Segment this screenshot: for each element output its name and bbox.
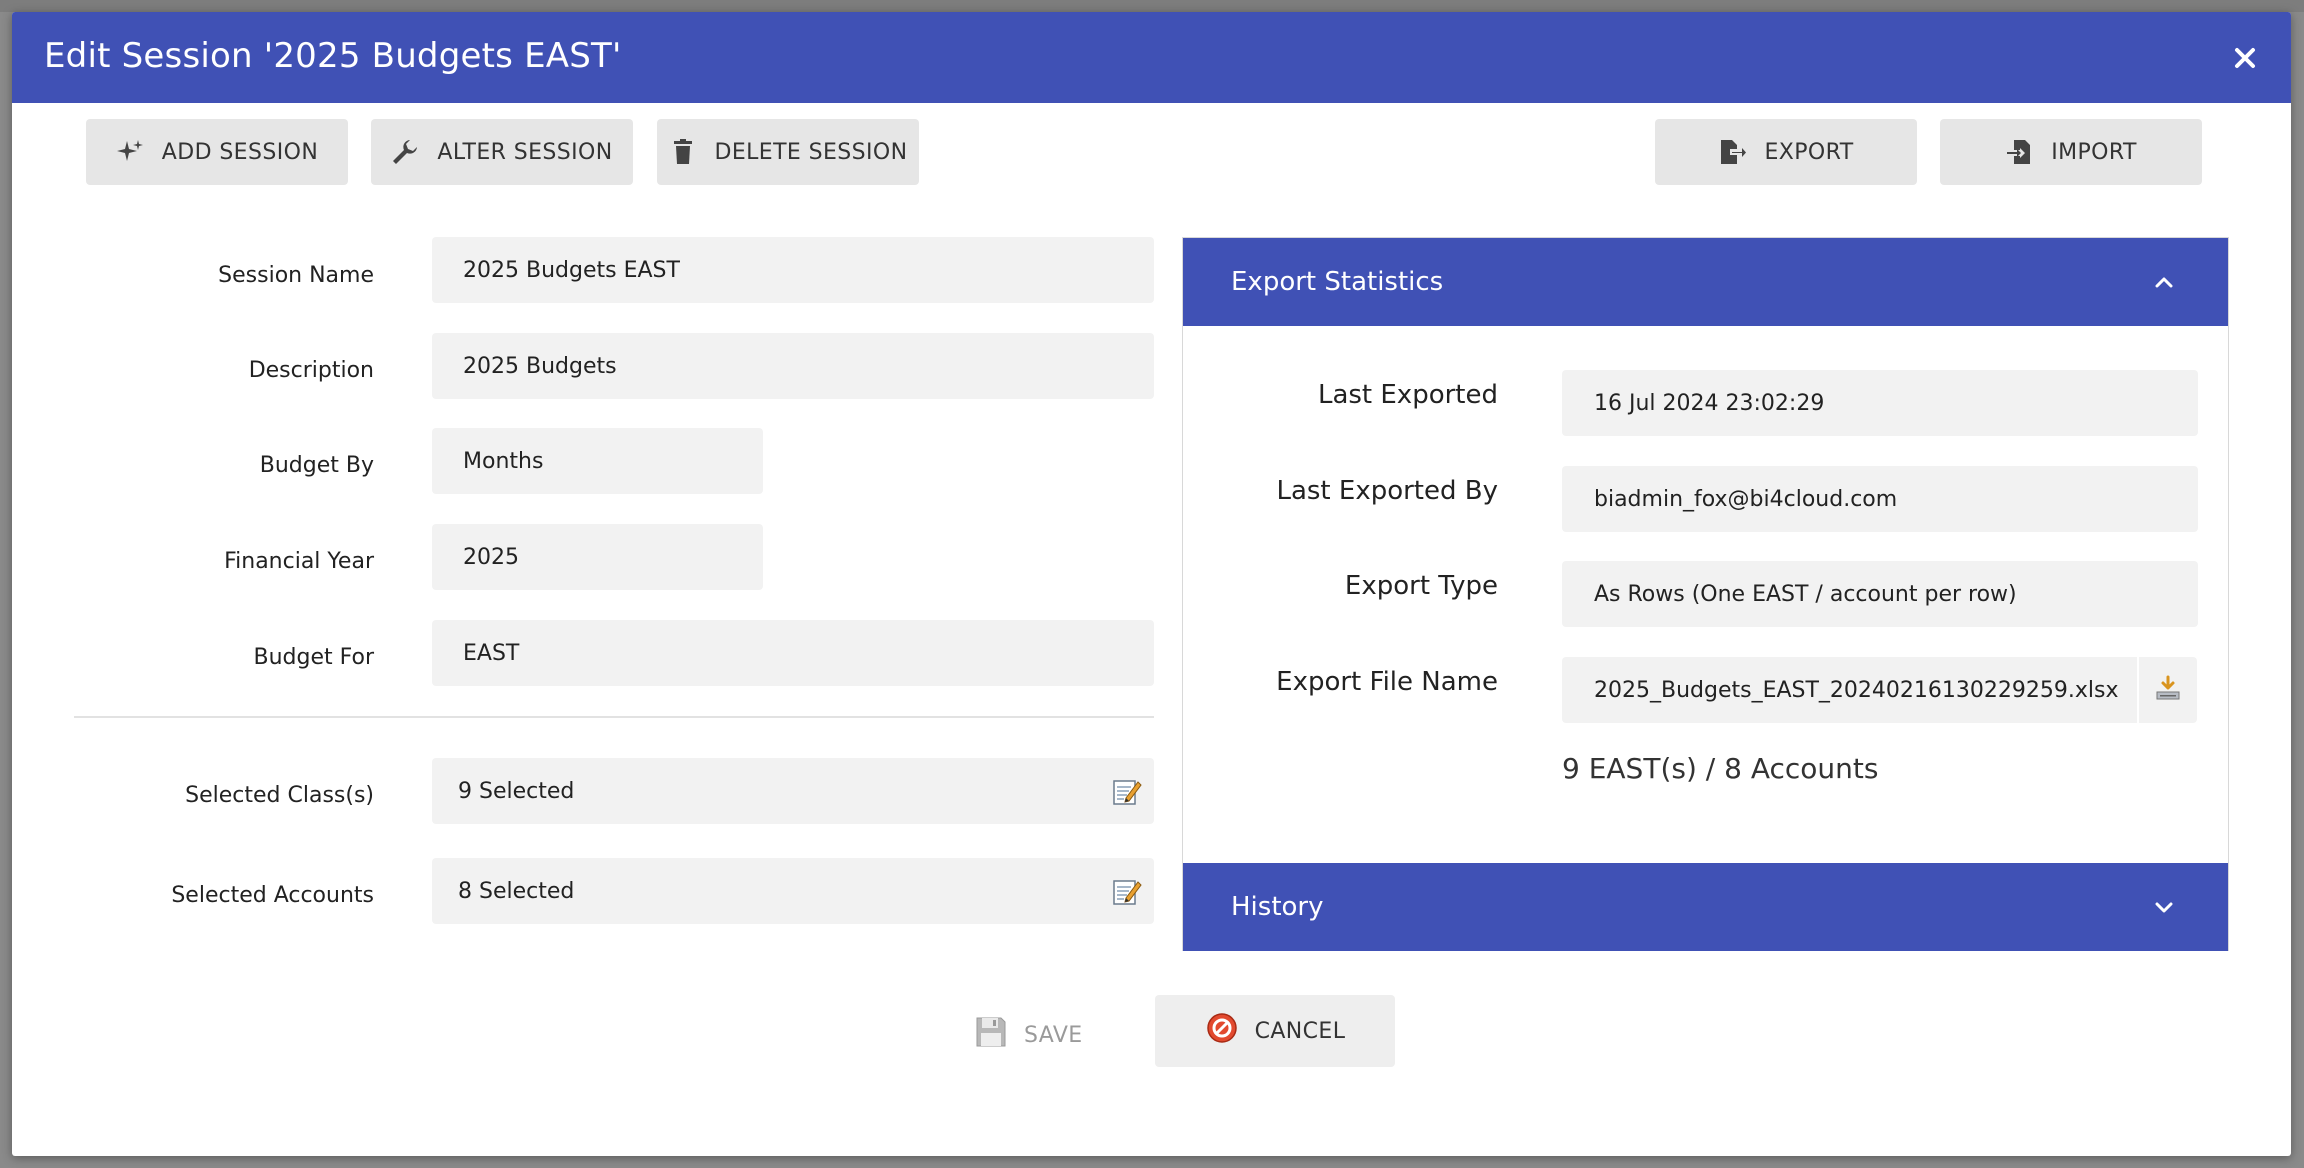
floppy-disk-icon [974,1015,1008,1055]
file-import-icon [2005,138,2033,166]
download-file-button[interactable] [2137,657,2197,723]
session-name-label: Session Name [218,263,374,288]
description-label: Description [248,358,374,383]
import-label: IMPORT [2051,139,2137,165]
edit-session-dialog: Edit Session '2025 Budgets EAST' ADD SES… [12,12,2291,1156]
selected-accounts-label: Selected Accounts [171,883,374,908]
export-statistics-header[interactable]: Export Statistics [1183,238,2228,326]
add-session-label: ADD SESSION [161,139,319,165]
export-statistics-title: Export Statistics [1231,267,1444,297]
delete-session-label: DELETE SESSION [714,139,908,165]
edit-icon[interactable] [1112,876,1142,906]
session-name-value: 2025 Budgets EAST [463,257,680,283]
selected-classes-label: Selected Class(s) [185,783,374,808]
budget-for-value: EAST [463,640,520,666]
budget-by-label: Budget By [259,453,374,478]
budget-for-label: Budget For [253,645,375,670]
background-overlay [0,0,2304,12]
financial-year-value: 2025 [463,544,519,570]
chevron-up-icon [2150,268,2178,296]
description-input[interactable]: 2025 Budgets [432,333,1154,399]
financial-year-label: Financial Year [224,549,374,574]
export-file-name-field: 2025_Budgets_EAST_20240216130229259.xlsx [1562,657,2137,723]
delete-session-button[interactable]: DELETE SESSION [657,119,919,185]
wrench-icon [391,138,419,166]
budget-for-input[interactable]: EAST [432,620,1154,686]
export-type-field: As Rows (One EAST / account per row) [1562,561,2198,627]
session-name-input[interactable]: 2025 Budgets EAST [432,237,1154,303]
add-session-button[interactable]: ADD SESSION [86,119,348,185]
export-file-name-value: 2025_Budgets_EAST_20240216130229259.xlsx [1594,677,2119,703]
cancel-button[interactable]: CANCEL [1155,995,1395,1067]
budget-by-value: Months [463,448,544,474]
selected-classes-field[interactable]: 9 Selected [432,758,1154,824]
export-summary: 9 EAST(s) / 8 Accounts [1562,752,1879,785]
chevron-down-icon [2150,893,2178,921]
alter-session-label: ALTER SESSION [437,139,613,165]
alter-session-button[interactable]: ALTER SESSION [371,119,633,185]
financial-year-input[interactable]: 2025 [432,524,763,590]
save-button[interactable]: SAVE [974,1002,1106,1068]
export-type-value: As Rows (One EAST / account per row) [1594,581,2017,607]
description-value: 2025 Budgets [463,353,617,379]
selected-accounts-field[interactable]: 8 Selected [432,858,1154,924]
history-header[interactable]: History [1183,863,2228,951]
export-label: EXPORT [1764,139,1854,165]
dialog-title: Edit Session '2025 Budgets EAST' [44,36,622,76]
cancel-label: CANCEL [1254,1018,1346,1044]
import-button[interactable]: IMPORT [1940,119,2202,185]
export-statistics-panel: Export Statistics Last Exported 16 Jul 2… [1182,237,2229,951]
last-exported-value: 16 Jul 2024 23:02:29 [1594,390,1825,416]
budget-by-select[interactable]: Months [432,428,763,494]
last-exported-by-label: Last Exported By [1276,476,1498,506]
sparkle-icon [116,138,144,166]
last-exported-by-value: biadmin_fox@bi4cloud.com [1594,486,1898,512]
edit-icon[interactable] [1112,776,1142,806]
last-exported-field: 16 Jul 2024 23:02:29 [1562,370,2198,436]
export-button[interactable]: EXPORT [1655,119,1917,185]
form-divider [74,716,1154,718]
selected-accounts-value: 8 Selected [458,878,575,904]
last-exported-label: Last Exported [1317,380,1498,410]
cancel-icon [1205,1011,1239,1051]
trash-icon [669,138,697,166]
export-file-name-label: Export File Name [1276,667,1498,697]
download-icon [2154,674,2182,706]
close-icon[interactable] [2225,38,2265,78]
dialog-header: Edit Session '2025 Budgets EAST' [12,12,2291,103]
file-export-icon [1718,138,1747,166]
save-label: SAVE [1024,1022,1083,1048]
export-type-label: Export Type [1344,571,1498,601]
selected-classes-value: 9 Selected [458,778,575,804]
last-exported-by-field: biadmin_fox@bi4cloud.com [1562,466,2198,532]
history-title: History [1231,892,1324,922]
